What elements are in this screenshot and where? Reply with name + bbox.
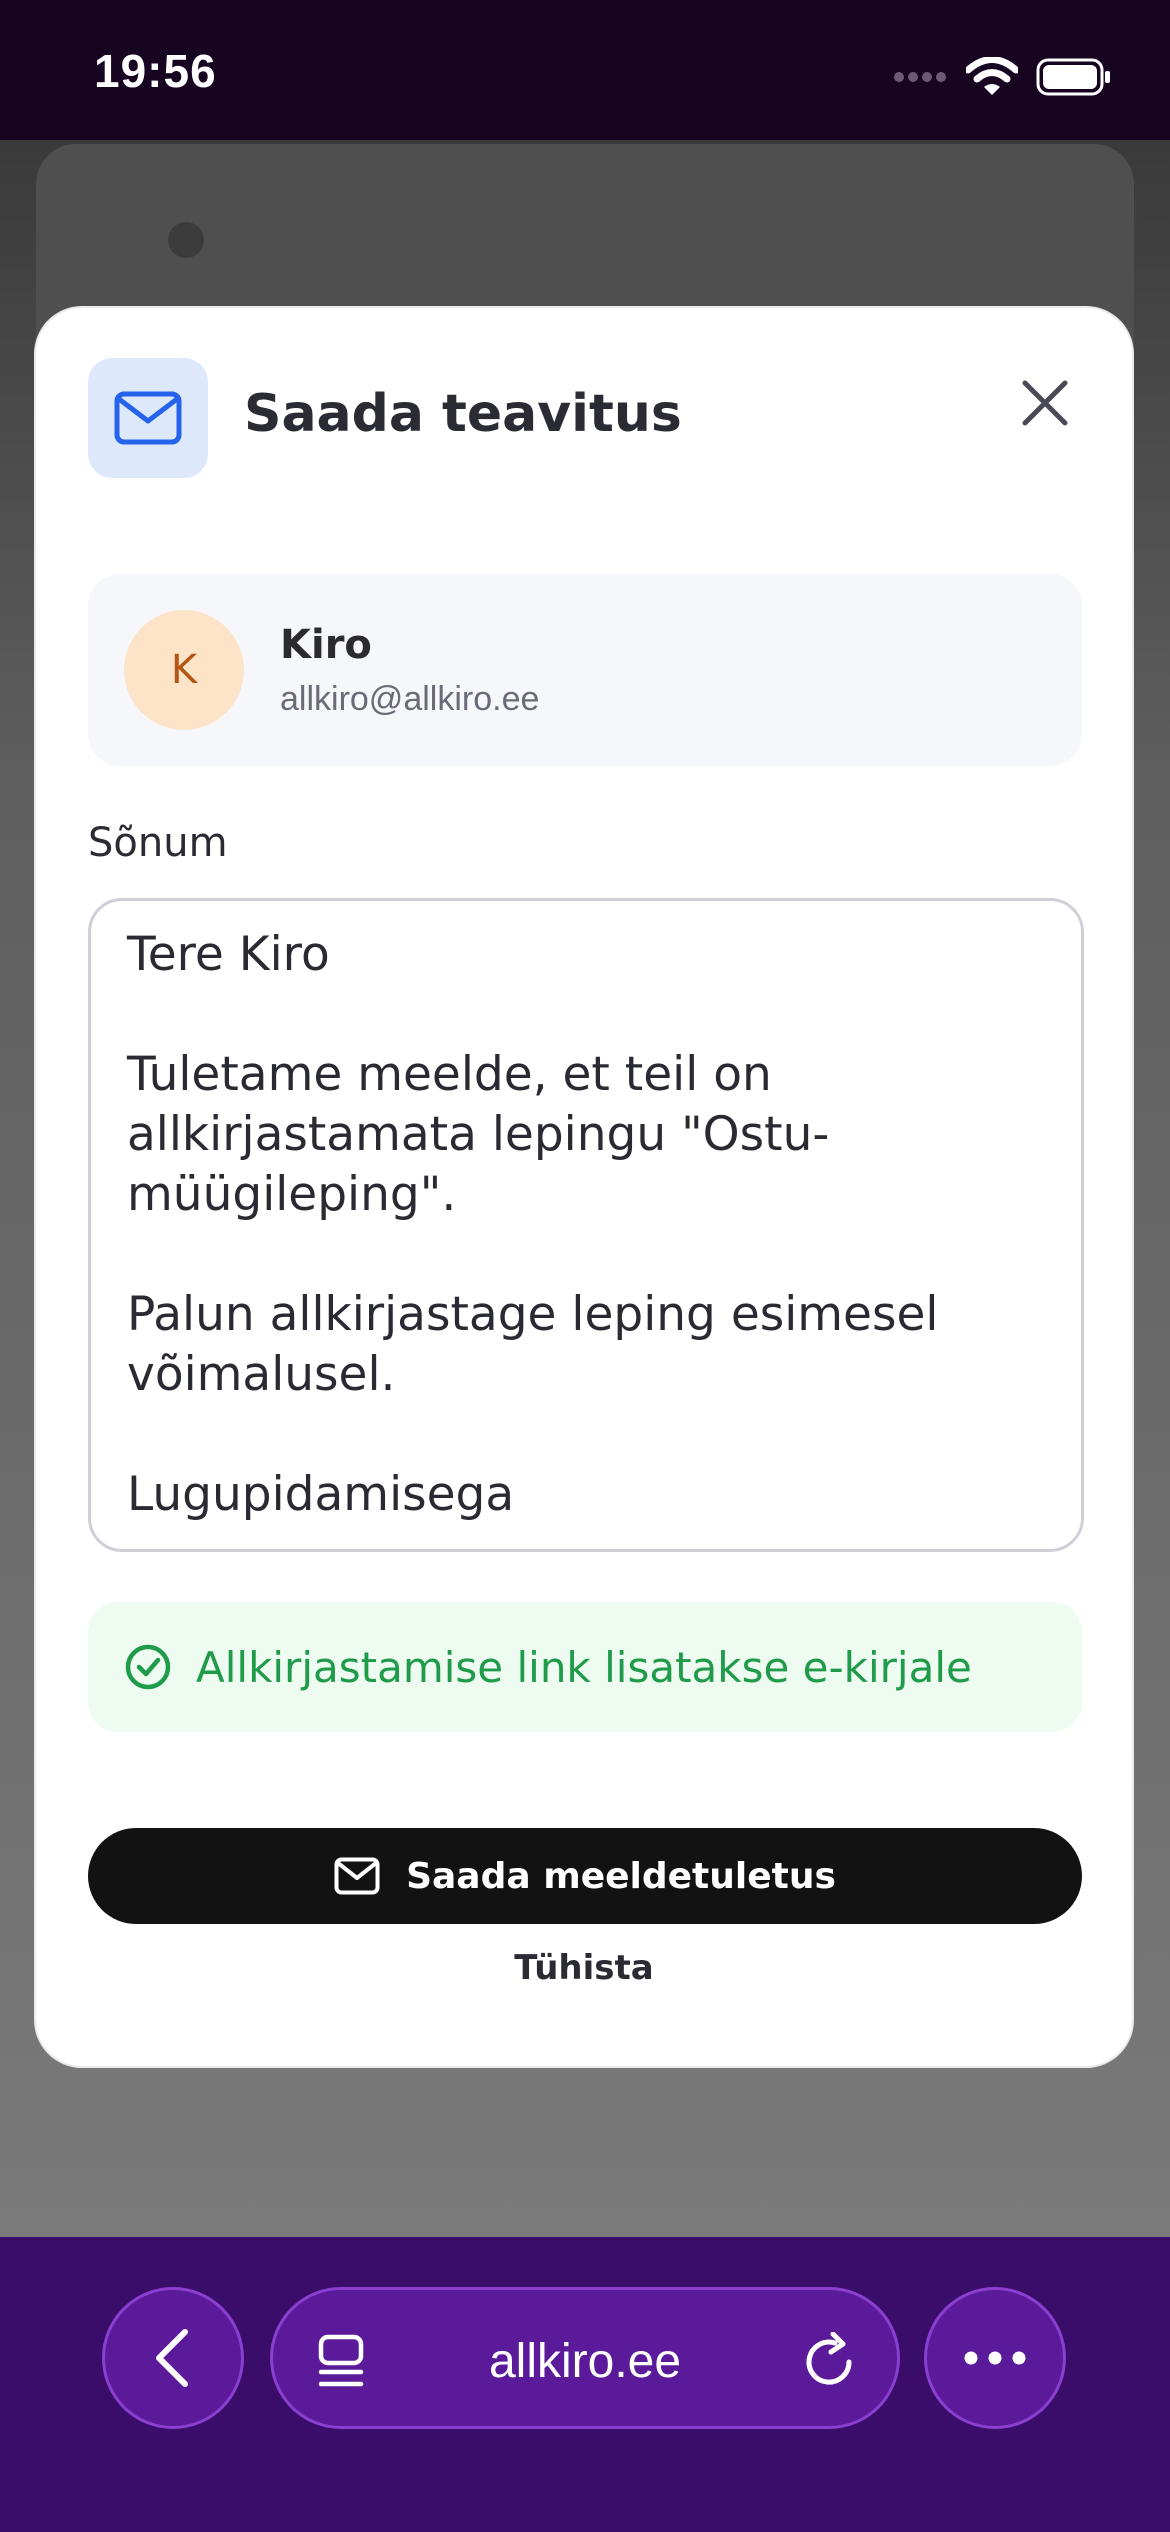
recipient-name: Kiro [280, 622, 372, 668]
more-icon [964, 2351, 1026, 2365]
message-textarea[interactable]: Tere Kiro Tuletame meelde, et teil on al… [88, 898, 1084, 1552]
check-circle-icon [125, 1644, 171, 1690]
message-label: Sõnum [88, 820, 228, 866]
wifi-icon [966, 57, 1018, 95]
recipient-email: allkiro@allkiro.ee [280, 680, 540, 718]
address-bar[interactable]: allkiro.ee [270, 2287, 900, 2429]
mail-icon [114, 391, 182, 445]
header-icon-box [88, 358, 208, 478]
send-reminder-button[interactable]: Saada meeldetuletus [88, 1828, 1082, 1924]
cancel-button[interactable]: Tühista [36, 1948, 1132, 1988]
notice-text: Allkirjastamise link lisatakse e-kirjale [196, 1642, 972, 1692]
signing-link-notice: Allkirjastamise link lisatakse e-kirjale [88, 1602, 1082, 1732]
modal-title: Saada teavitus [244, 384, 682, 444]
mail-icon [334, 1857, 380, 1895]
back-button[interactable] [102, 2287, 244, 2429]
status-time: 19:56 [94, 45, 217, 97]
more-button[interactable] [924, 2287, 1066, 2429]
browser-toolbar: allkiro.ee [0, 2237, 1170, 2532]
avatar: K [124, 610, 244, 730]
reload-icon[interactable] [803, 2332, 857, 2388]
send-notification-modal: Saada teavitus K Kiro allkiro@allkiro.ee… [36, 308, 1132, 2066]
close-button[interactable] [1010, 368, 1080, 438]
status-bar: 19:56 [0, 0, 1170, 140]
status-icons [894, 52, 1112, 102]
signal-icon [894, 72, 946, 82]
battery-icon [1036, 58, 1110, 96]
chevron-left-icon [156, 2329, 188, 2387]
message-text[interactable]: Tere Kiro Tuletame meelde, et teil on al… [127, 925, 1047, 1525]
close-icon [1022, 380, 1068, 426]
recipient-card: K Kiro allkiro@allkiro.ee [88, 574, 1082, 766]
background-dot [168, 222, 204, 258]
send-reminder-label: Saada meeldetuletus [406, 1855, 836, 1897]
